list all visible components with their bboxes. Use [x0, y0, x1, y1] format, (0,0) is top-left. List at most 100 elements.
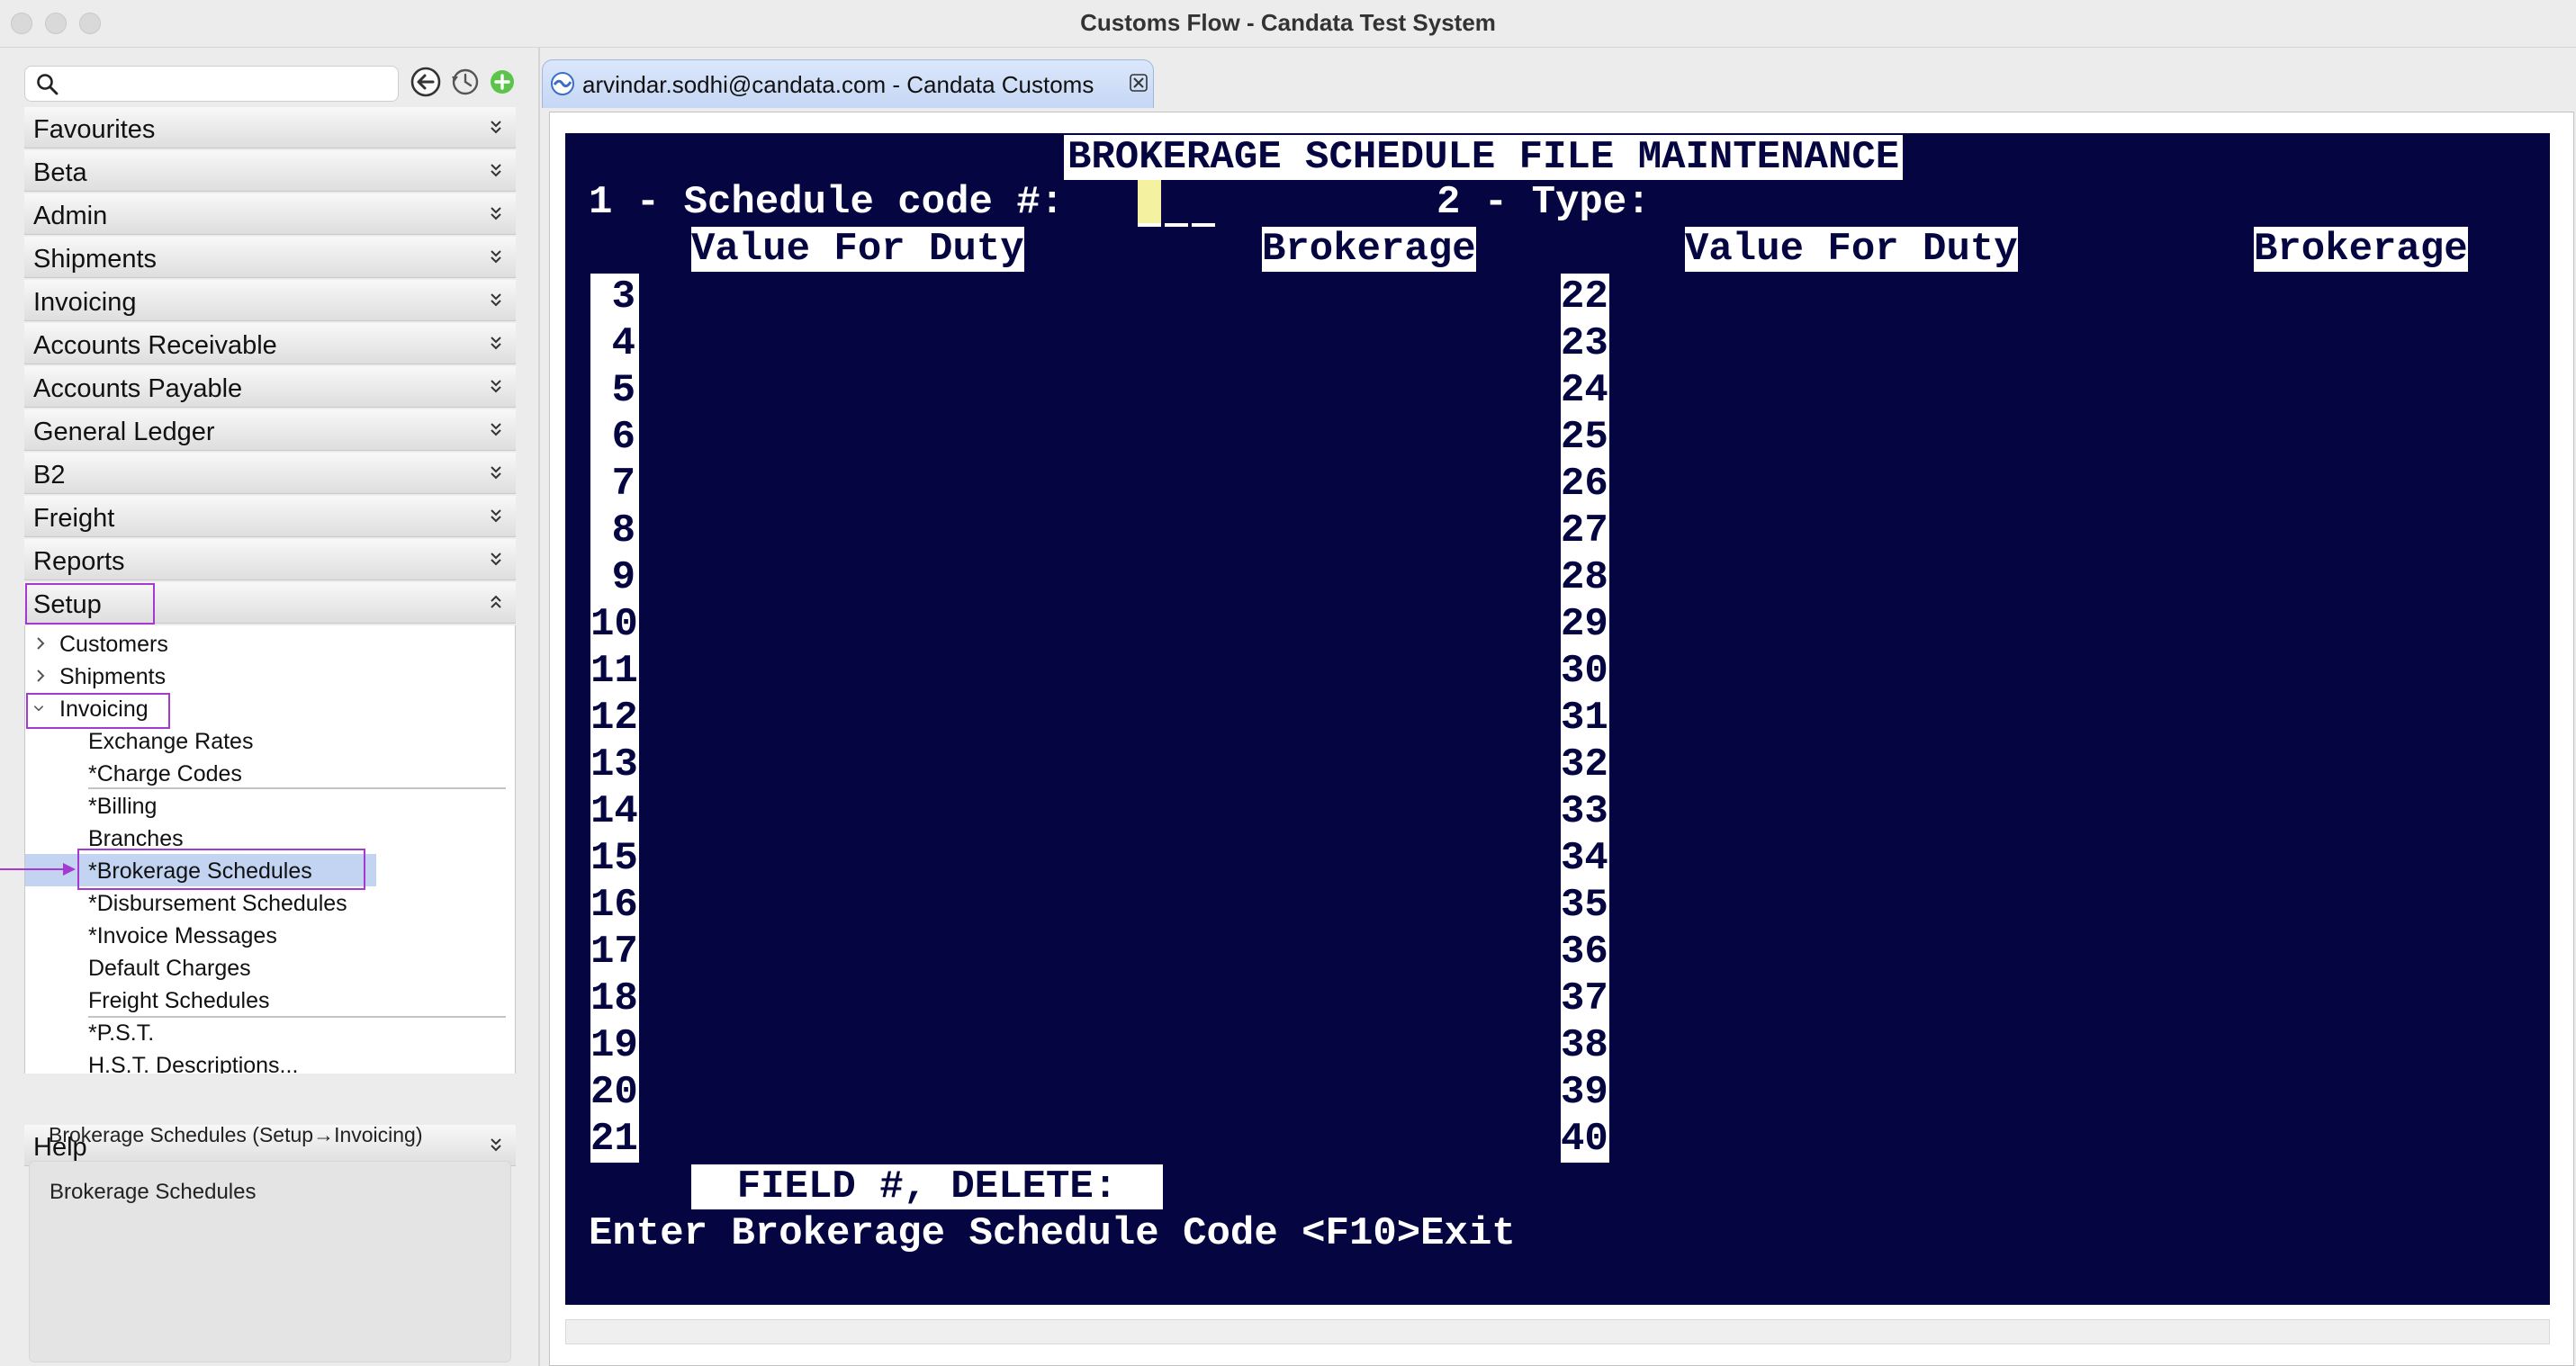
row-number: 21	[590, 1116, 639, 1163]
row-number: 37	[1561, 975, 1609, 1022]
row-number: 12	[590, 695, 639, 741]
row-number: 27	[1561, 508, 1609, 554]
accordion-label: B2	[33, 461, 66, 490]
row-number: 9	[590, 554, 639, 601]
history-icon[interactable]	[449, 66, 482, 98]
tree-item-label: *Brokerage Schedules	[88, 858, 312, 884]
row-number: 33	[1561, 788, 1609, 835]
accordion-general-ledger[interactable]: General Ledger	[24, 409, 516, 451]
tree-item-label: *Charge Codes	[88, 761, 242, 786]
accordion-label: Favourites	[33, 115, 156, 144]
column-header-value-for-duty: Value For Duty	[691, 227, 1024, 272]
double-chevron-down-icon	[491, 250, 501, 264]
double-chevron-down-icon	[491, 293, 501, 307]
panel-splitter[interactable]	[538, 48, 540, 1366]
accordion-freight[interactable]: Freight	[24, 496, 516, 537]
row-number: 25	[1561, 414, 1609, 461]
row-number: 14	[590, 788, 639, 835]
accordion-reports[interactable]: Reports	[24, 539, 516, 580]
field-delete-prompt: FIELD #, DELETE:	[691, 1164, 1163, 1209]
accordion-label: Beta	[33, 158, 87, 187]
double-chevron-up-icon	[491, 595, 501, 608]
tree-separator	[88, 1016, 506, 1018]
input-underline	[1138, 223, 1161, 227]
back-icon[interactable]	[410, 66, 442, 98]
setup-tree: Customers Shipments Invoicing Exchange R…	[24, 625, 516, 1074]
row-number: 17	[590, 929, 639, 975]
accordion-setup[interactable]: Setup	[24, 582, 516, 625]
row-number: 16	[590, 882, 639, 929]
close-icon[interactable]	[1128, 72, 1149, 94]
row-number: 24	[1561, 367, 1609, 414]
tree-item-label: Invoicing	[59, 696, 149, 722]
title-bar: Customs Flow - Candata Test System	[0, 0, 2576, 48]
annotation-arrow	[0, 863, 76, 876]
row-number: 3	[590, 274, 639, 320]
row-number: 18	[590, 975, 639, 1022]
accordion-label: General Ledger	[33, 418, 215, 446]
input-underline	[1192, 223, 1215, 227]
row-number: 5	[590, 367, 639, 414]
description-box: Brokerage Schedules	[29, 1161, 511, 1362]
field-2-label: 2 - Type:	[1437, 180, 1651, 225]
row-number: 38	[1561, 1022, 1609, 1069]
accordion-invoicing[interactable]: Invoicing	[24, 280, 516, 321]
chevron-right-icon	[37, 637, 45, 650]
row-number: 8	[590, 508, 639, 554]
tree-separator	[88, 787, 506, 789]
tree-item-label: Default Charges	[88, 956, 251, 981]
accordion-admin[interactable]: Admin	[24, 193, 516, 235]
accordion-label: Admin	[33, 202, 108, 230]
double-chevron-down-icon	[491, 423, 501, 436]
field-1-label: 1 - Schedule code #:	[589, 180, 1065, 225]
row-number: 23	[1561, 320, 1609, 367]
search-input[interactable]	[24, 66, 399, 102]
navigation-panel: Favourites Beta Admin Shipments Invoicin…	[0, 48, 531, 1366]
row-number: 35	[1561, 882, 1609, 929]
tab-label: arvindar.sodhi@candata.com - Candata Cus…	[582, 71, 1094, 98]
accordion-b2[interactable]: B2	[24, 453, 516, 494]
accordion-favourites[interactable]: Favourites	[24, 107, 516, 148]
row-number: 26	[1561, 461, 1609, 508]
column-header-value-for-duty: Value For Duty	[1685, 227, 2018, 272]
accordion-beta[interactable]: Beta	[24, 150, 516, 192]
row-number: 39	[1561, 1069, 1609, 1116]
accordion-accounts-receivable[interactable]: Accounts Receivable	[24, 323, 516, 364]
tree-item-label: Shipments	[59, 664, 167, 689]
tree-item-label: *Billing	[88, 794, 158, 819]
window-title: Customs Flow - Candata Test System	[1080, 9, 1496, 36]
add-icon[interactable]	[486, 66, 518, 98]
tab-candata-customs[interactable]: arvindar.sodhi@candata.com - Candata Cus…	[542, 59, 1154, 108]
tree-item-label: Exchange Rates	[88, 729, 254, 754]
chevron-right-icon	[37, 670, 45, 682]
row-number: 28	[1561, 554, 1609, 601]
double-chevron-down-icon	[491, 164, 501, 177]
search-icon	[37, 74, 59, 95]
input-underline	[1165, 223, 1188, 227]
row-number: 11	[590, 648, 639, 695]
tree-item-label: H.S.T. Descriptions...	[88, 1053, 299, 1074]
row-number: 13	[590, 741, 639, 788]
tree-item-shipments[interactable]: Shipments	[25, 661, 493, 692]
row-number: 34	[1561, 835, 1609, 882]
column-header-brokerage: Brokerage	[1262, 227, 1476, 272]
terminal-screen[interactable]: BROKERAGE SCHEDULE FILE MAINTENANCE 1 - …	[565, 133, 2550, 1305]
tree-item-invoicing[interactable]: Invoicing	[25, 693, 493, 729]
tree-item-label: *Invoice Messages	[88, 923, 277, 948]
row-number: 19	[590, 1022, 639, 1069]
screen-title: BROKERAGE SCHEDULE FILE MAINTENANCE	[1064, 135, 1904, 180]
row-number: 29	[1561, 601, 1609, 648]
double-chevron-down-icon	[491, 466, 501, 480]
row-number: 36	[1561, 929, 1609, 975]
tab-bar: arvindar.sodhi@candata.com - Candata Cus…	[542, 50, 2576, 110]
accordion-label: Reports	[33, 547, 125, 576]
accordion-label: Freight	[33, 504, 115, 533]
module-accordion: Favourites Beta Admin Shipments Invoicin…	[24, 107, 516, 1074]
row-number: 7	[590, 461, 639, 508]
tree-item-label: *P.S.T.	[88, 1020, 155, 1046]
row-number: 40	[1561, 1116, 1609, 1163]
row-number: 22	[1561, 274, 1609, 320]
tree-item-customers[interactable]: Customers	[25, 629, 493, 660]
accordion-accounts-payable[interactable]: Accounts Payable	[24, 366, 516, 408]
accordion-shipments[interactable]: Shipments	[24, 237, 516, 278]
